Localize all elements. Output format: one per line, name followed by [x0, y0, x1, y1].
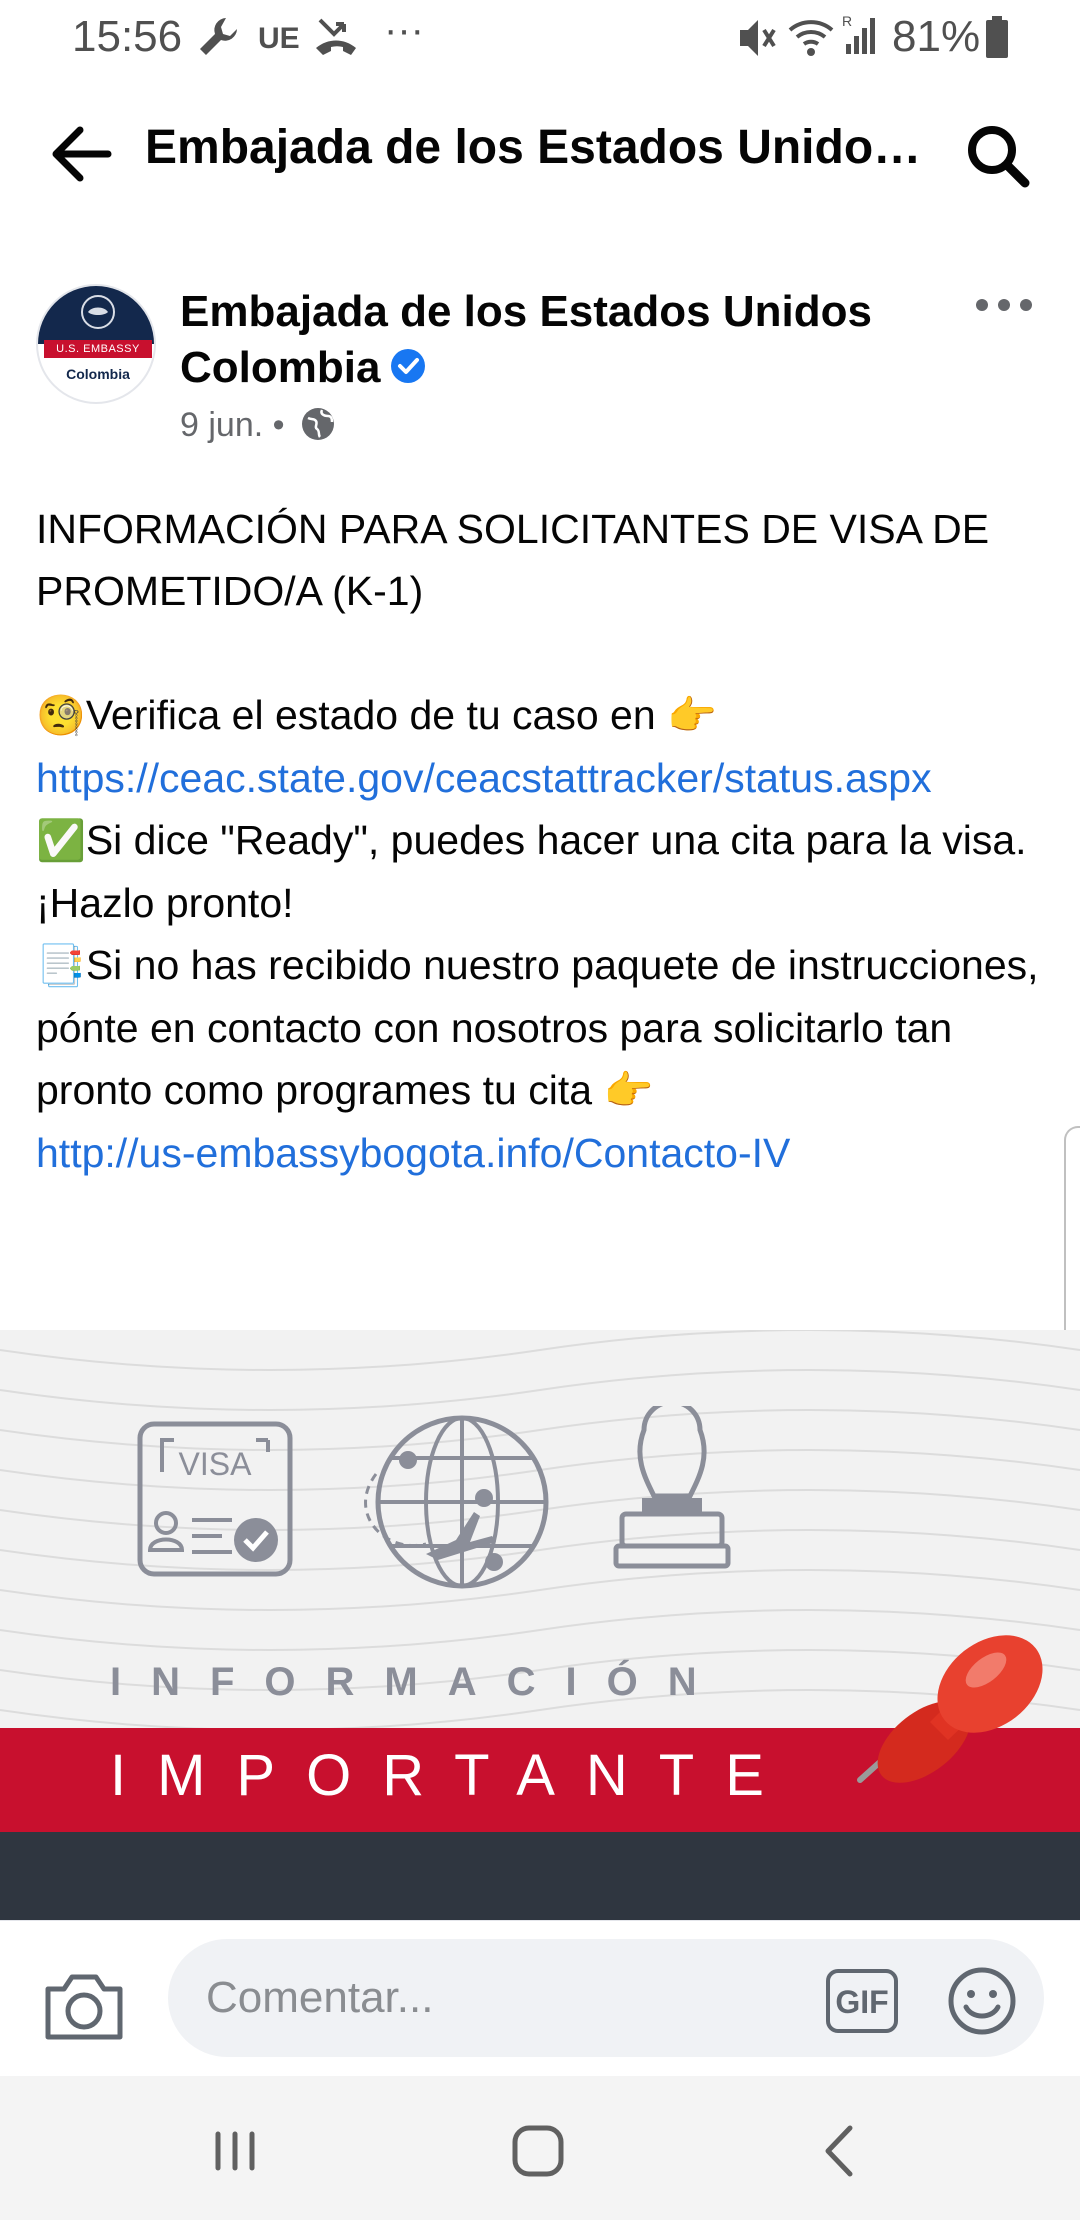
- author-name[interactable]: Embajada de los Estados Unidos Colombia: [180, 287, 872, 392]
- post-heading: INFORMACIÓN PARA SOLICITANTES DE VISA DE…: [36, 506, 990, 614]
- document-emoji: 📑: [36, 944, 86, 988]
- eagle-seal-icon: [81, 295, 115, 329]
- post-line-instructions: 📑Si no has recibido nuestro paquete de i…: [36, 934, 1046, 1122]
- post-line-verify: 🧐Verifica el estado de tu caso en 👉: [36, 684, 1046, 747]
- image-dark-band: [0, 1832, 1080, 1920]
- verify-text: Verifica el estado de tu caso en: [85, 692, 656, 738]
- carrier-badge: UE: [258, 22, 300, 55]
- comment-placeholder: Comentar...: [206, 1973, 434, 2022]
- globe-icon: [302, 408, 334, 441]
- status-time: 15:56: [72, 12, 183, 61]
- svg-text:R: R: [842, 13, 852, 29]
- gif-button[interactable]: GIF: [826, 1969, 898, 2033]
- visa-card-label: VISA: [179, 1446, 253, 1482]
- post-meta: 9 jun. •: [180, 406, 336, 445]
- mute-icon: [740, 20, 776, 56]
- search-icon[interactable]: [958, 116, 1038, 196]
- missed-call-icon: [316, 18, 356, 55]
- comment-input[interactable]: Comentar... GIF: [168, 1939, 1044, 2057]
- back-icon[interactable]: [806, 2116, 876, 2186]
- system-nav-bar: [0, 2076, 1080, 2220]
- post-line-ready: ✅Si dice "Ready", puedes hacer una cita …: [36, 809, 1046, 934]
- image-caption-main: IMPORTANTE: [110, 1743, 795, 1808]
- avatar-seal: [38, 286, 154, 344]
- recent-apps-icon[interactable]: [200, 2116, 270, 2186]
- home-icon[interactable]: [503, 2116, 573, 2186]
- verified-badge-icon: [391, 349, 426, 384]
- instructions-text: Si no has recibido nuestro paquete de in…: [36, 942, 1039, 1113]
- pushpin-icon: [857, 1635, 1043, 1783]
- contact-link-line: http://us-embassybogota.info/Contacto-IV: [36, 1122, 1046, 1184]
- ceac-status-link[interactable]: https://ceac.state.gov/ceacstattracker/s…: [36, 755, 932, 801]
- ready-text: Si dice "Ready", puedes hacer una cita p…: [36, 817, 1027, 926]
- meta-separator: •: [272, 406, 285, 444]
- page-title: Embajada de los Estados Unidos Colombia: [145, 121, 925, 174]
- avatar[interactable]: U.S. EMBASSY Colombia: [36, 284, 156, 404]
- contact-link[interactable]: http://us-embassybogota.info/Contacto-IV: [36, 1130, 790, 1176]
- globe-plane-icon: [364, 1415, 549, 1589]
- avatar-country-text: Colombia: [66, 366, 130, 382]
- comment-bar: Comentar... GIF: [0, 1920, 1080, 2076]
- post-image[interactable]: VISA INFORMACIÓN IMPORTANTE: [0, 1330, 1080, 1920]
- monocle-emoji: 🧐: [36, 694, 86, 738]
- status-bar: 15:56 UE ··· R 81%: [0, 0, 1080, 80]
- more-options-icon[interactable]: [964, 280, 1044, 330]
- check-mark-emoji: ✅: [36, 819, 86, 863]
- smiley-icon[interactable]: [946, 1965, 1018, 2037]
- image-caption-top: INFORMACIÓN: [110, 1660, 727, 1704]
- post-author[interactable]: Embajada de los Estados Unidos Colombia: [180, 284, 920, 396]
- visa-card-icon: VISA: [137, 1421, 293, 1577]
- avatar-band-text: U.S. EMBASSY: [44, 340, 152, 358]
- more-notifications-icon: ···: [384, 8, 424, 52]
- rubber-stamp-icon: [613, 1406, 731, 1569]
- status-link-line: https://ceac.state.gov/ceacstattracker/s…: [36, 747, 1046, 809]
- pointing-right-emoji: 👉: [603, 1069, 654, 1113]
- post-body: INFORMACIÓN PARA SOLICITANTES DE VISA DE…: [36, 498, 1046, 1184]
- wifi-icon: [788, 20, 834, 56]
- signal-icon: R: [842, 13, 875, 54]
- post-date[interactable]: 9 jun.: [180, 406, 263, 444]
- wrench-icon: [200, 18, 237, 55]
- battery-percent: 81%: [892, 12, 981, 61]
- arrow-left-icon[interactable]: [44, 114, 124, 194]
- app-bar: Embajada de los Estados Unidos Colombia: [0, 90, 1080, 210]
- pointing-right-emoji: 👉: [667, 694, 717, 738]
- camera-icon[interactable]: [42, 1963, 126, 2047]
- battery-icon: [986, 16, 1008, 58]
